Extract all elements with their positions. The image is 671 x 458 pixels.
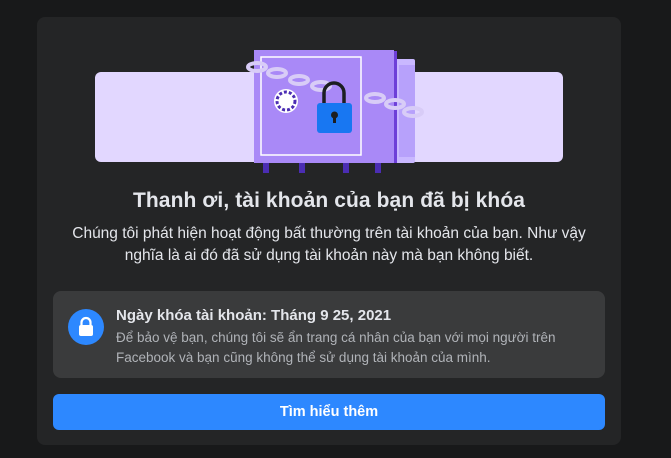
lock-info-text: Để bảo vệ bạn, chúng tôi sẽ ẩn trang cá …: [116, 330, 556, 365]
learn-more-button[interactable]: Tìm hiểu thêm: [53, 394, 605, 430]
locked-safe-illustration: [246, 50, 424, 173]
description: Chúng tôi phát hiện hoạt động bất thường…: [72, 225, 586, 264]
page-title: Thanh ơi, tài khoản của bạn đã bị khóa: [132, 189, 526, 212]
lock-date-title: Ngày khóa tài khoản: Tháng 9 25, 2021: [116, 307, 392, 324]
locked-account-card: Thanh ơi, tài khoản của bạn đã bị khóa C…: [37, 17, 621, 445]
lock-icon: [68, 309, 104, 345]
lock-date-info-box: Ngày khóa tài khoản: Tháng 9 25, 2021 Để…: [53, 291, 605, 378]
page: Thanh ơi, tài khoản của bạn đã bị khóa C…: [0, 0, 671, 458]
